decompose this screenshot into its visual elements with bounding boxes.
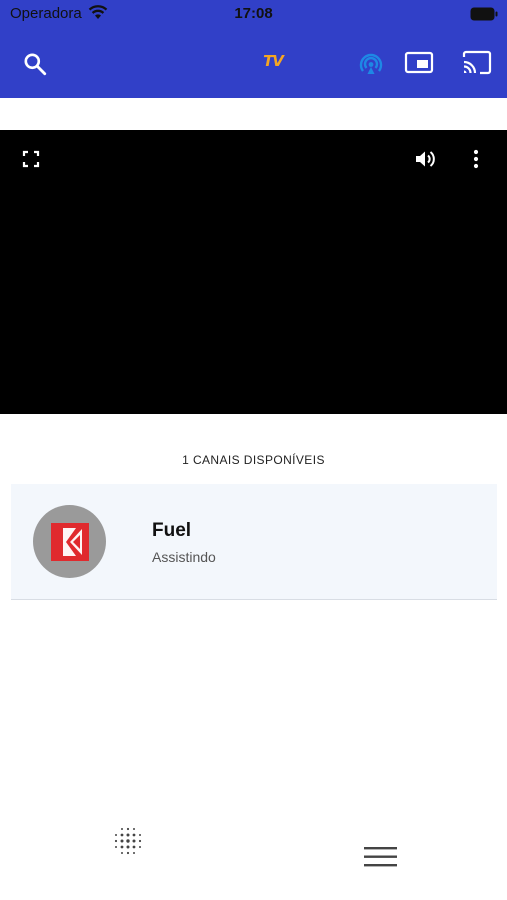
app-logo: TV bbox=[263, 52, 284, 70]
channel-status: Assistindo bbox=[152, 549, 216, 565]
channel-card[interactable]: Fuel Assistindo bbox=[11, 484, 497, 600]
top-bar: Operadora 17:08 TV bbox=[0, 0, 507, 98]
picture-in-picture-icon[interactable] bbox=[404, 50, 434, 76]
dot-grid-icon[interactable] bbox=[113, 826, 143, 856]
app-bar: TV bbox=[0, 40, 507, 88]
more-vert-icon[interactable] bbox=[471, 149, 481, 169]
channel-name: Fuel bbox=[152, 520, 192, 541]
channels-count: 1 CANAIS DISPONÍVEIS bbox=[182, 453, 325, 467]
fuel-tv-logo bbox=[51, 523, 89, 561]
status-bar: Operadora 17:08 bbox=[0, 0, 507, 28]
volume-icon[interactable] bbox=[413, 148, 437, 170]
search-icon[interactable] bbox=[22, 51, 48, 77]
video-player[interactable] bbox=[0, 130, 507, 414]
fullscreen-icon[interactable] bbox=[22, 150, 40, 168]
status-time: 17:08 bbox=[234, 5, 273, 22]
battery-icon bbox=[470, 7, 498, 21]
menu-icon[interactable] bbox=[364, 846, 397, 868]
bottom-nav bbox=[0, 810, 507, 900]
channel-avatar bbox=[33, 505, 106, 578]
cast-icon[interactable] bbox=[461, 50, 493, 76]
live-broadcast-icon[interactable] bbox=[358, 51, 384, 77]
